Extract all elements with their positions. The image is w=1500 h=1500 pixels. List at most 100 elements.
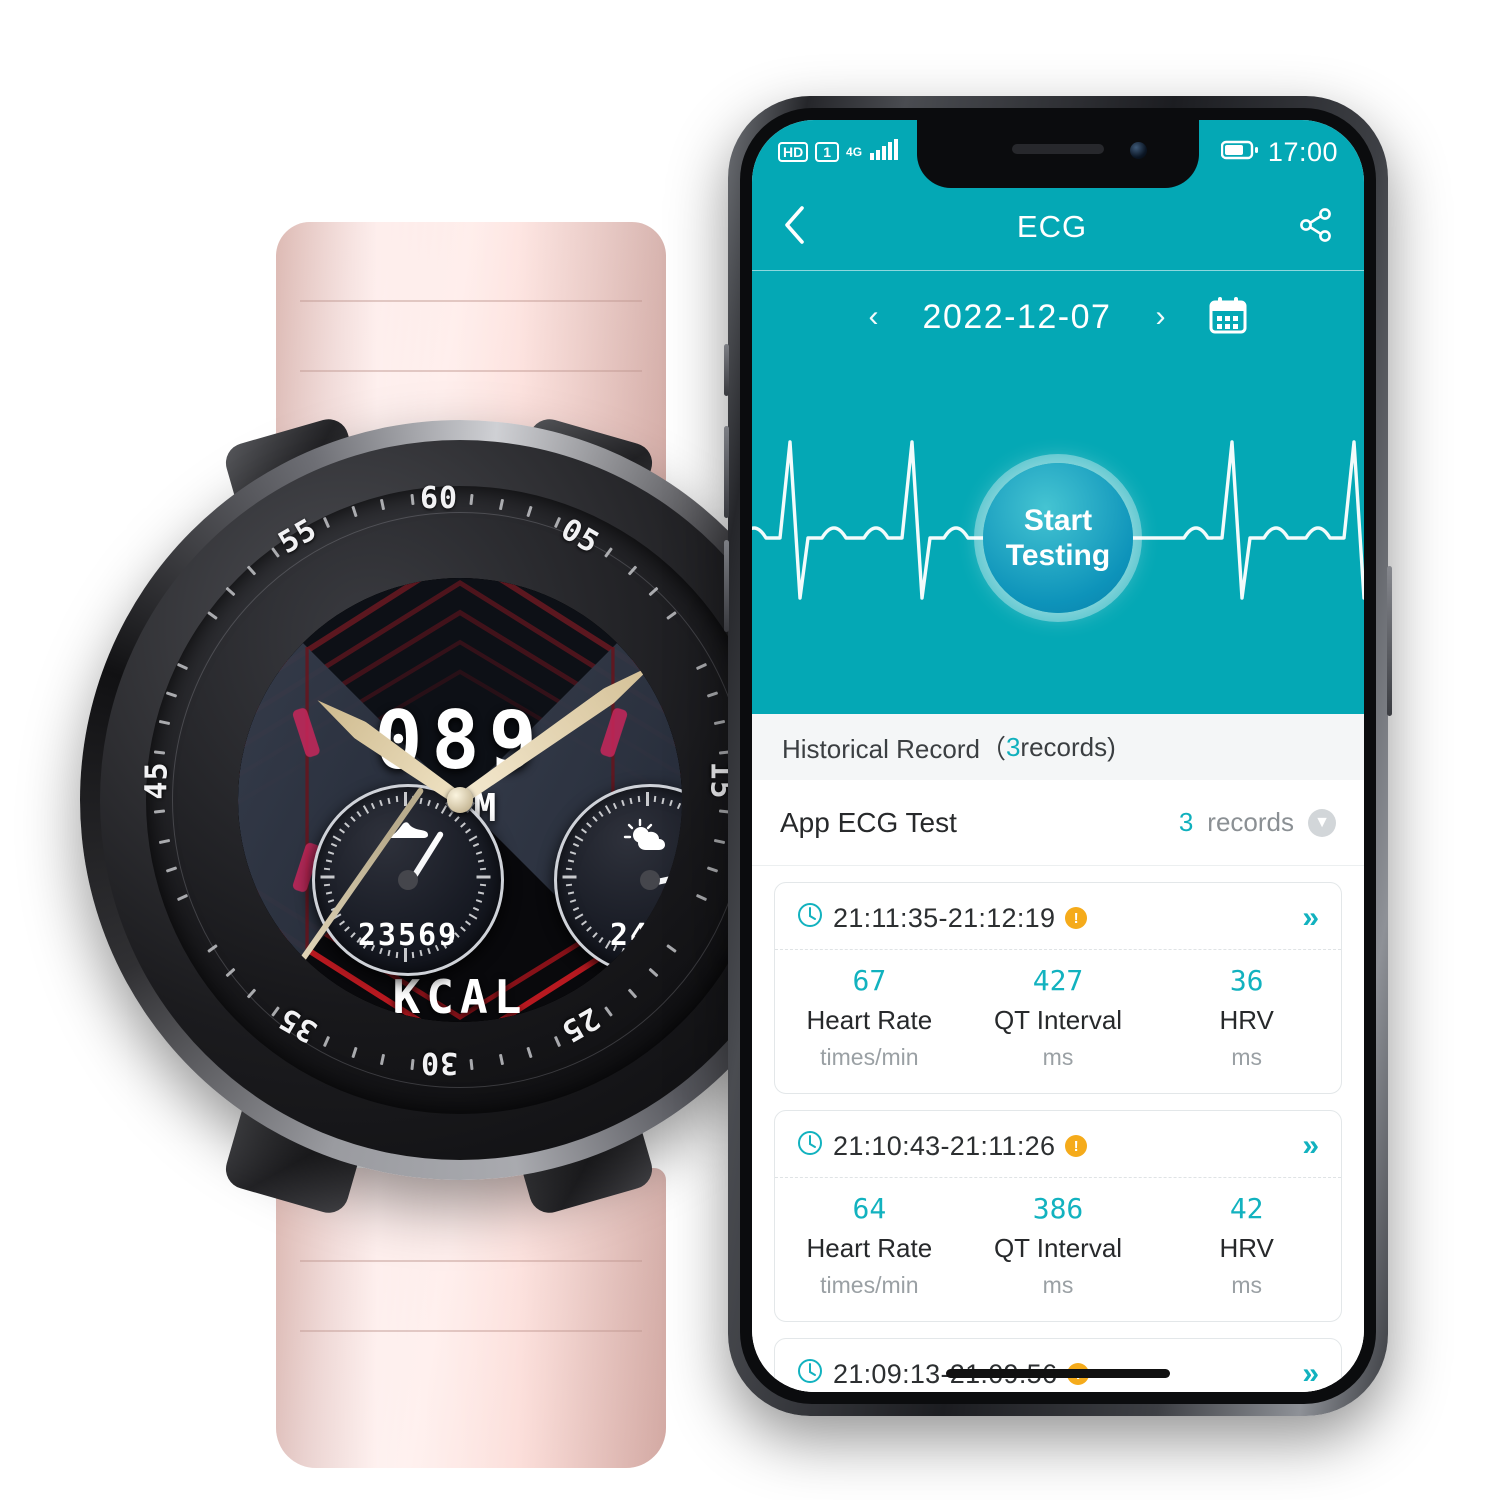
subdial-tick	[562, 875, 576, 879]
subdial-tick	[325, 859, 332, 863]
metric-unit: times/min	[820, 1044, 919, 1070]
metric-value: 427	[1032, 964, 1084, 997]
double-chevron-right-icon[interactable]: »	[1302, 901, 1319, 935]
double-chevron-right-icon[interactable]: »	[1302, 1129, 1319, 1163]
subdial-tick	[327, 899, 334, 903]
date-selector: ‹ 2022-12-07 ›	[752, 270, 1364, 363]
start-label-line1: Start	[1023, 503, 1093, 537]
subdial-tick	[324, 867, 331, 871]
hd-badge: HD	[778, 142, 809, 162]
volume-up-button[interactable]	[724, 426, 729, 518]
shoe-icon	[315, 817, 501, 850]
metric-value: 42	[1229, 1192, 1264, 1225]
ecg-hero-section: Start Testing	[752, 362, 1364, 714]
clock-icon	[797, 902, 823, 935]
subdial-tick	[434, 802, 439, 809]
subdial-tick	[371, 802, 376, 809]
section-header-suffix: records)	[1020, 731, 1116, 762]
bezel-tick	[158, 720, 170, 726]
subdial-pin	[398, 870, 418, 890]
group-row-app-ecg-test[interactable]: App ECG Test 3 records ▼	[752, 780, 1364, 866]
strap-seam	[300, 300, 642, 302]
signal-bars-icon	[869, 138, 899, 166]
back-chevron-icon[interactable]	[782, 205, 806, 250]
record-card[interactable]: 21:10:43-21:11:26! » 64 Heart Rate times/min…	[774, 1110, 1342, 1322]
subdial-tick	[324, 883, 331, 887]
bezel-tick	[270, 546, 280, 558]
subdial-tick	[479, 883, 486, 887]
subdial-tick	[676, 802, 681, 809]
chevron-left-icon[interactable]: ‹	[869, 300, 879, 334]
home-indicator[interactable]	[946, 1369, 1170, 1378]
metric-value: 67	[852, 964, 887, 997]
metric-value: 386	[1032, 1192, 1084, 1225]
subdial-tick	[669, 799, 673, 806]
subdial-tick	[320, 875, 334, 879]
bezel-tick	[526, 506, 533, 518]
hands-center-pin	[447, 787, 473, 813]
double-chevron-right-icon[interactable]: »	[1302, 1357, 1319, 1391]
subdial-pin	[640, 870, 660, 890]
metric-unit: ms	[1042, 1044, 1074, 1070]
watch-screen[interactable]: 089 BPM KCAL 2356	[238, 578, 682, 1022]
watch-bezel: 60 05 15 25 30 35 45 55 089 KCAL 23569 2…	[140, 481, 774, 1114]
history-list[interactable]: Historical Record（ 3 records) App ECG Te…	[752, 714, 1364, 1392]
calories-label: KCAL	[392, 970, 528, 1022]
metric-unit: ms	[1042, 1272, 1074, 1298]
start-testing-button[interactable]: Start Testing	[983, 463, 1133, 613]
phone-notch	[917, 120, 1199, 188]
calories-value: 2356	[238, 1018, 682, 1022]
earpiece-speaker	[1012, 144, 1104, 154]
warning-icon: !	[1065, 907, 1088, 929]
steps-value: 23569	[357, 918, 459, 953]
subdial-tick	[478, 891, 485, 895]
chevron-down-icon[interactable]: ▼	[1308, 808, 1336, 837]
watch-case: 60 05 15 25 30 35 45 55 089 KCAL 23569 2…	[80, 420, 840, 1180]
bezel-tick	[166, 866, 178, 873]
warning-icon: !	[1065, 1135, 1088, 1157]
record-time: 21:10:43-21:11:26	[833, 1130, 1056, 1161]
metric-name: QT Interval	[993, 1233, 1123, 1263]
subdial-tick	[621, 799, 625, 806]
subdial-tick	[356, 810, 362, 817]
metric-value: 64	[852, 1192, 887, 1225]
subdial-tick	[379, 799, 383, 806]
bezel-tick	[206, 610, 218, 620]
subdial-tick	[572, 906, 579, 911]
subdial-tick	[476, 875, 490, 879]
bezel-tick	[176, 662, 189, 671]
bezel-tick	[166, 691, 178, 698]
metric-cell: 36 HRV ms	[1152, 964, 1341, 1071]
phone-screen[interactable]: HD 1 4G 17:00 ECG ‹ 2022-12-07 › Start T…	[752, 120, 1364, 1392]
subdial-tick	[569, 899, 576, 903]
bezel-tick	[176, 893, 189, 902]
chevron-right-icon[interactable]: ›	[1155, 300, 1165, 334]
watch-dial-face: 089 BPM KCAL 2356	[238, 578, 682, 1022]
phone-body: HD 1 4G 17:00 ECG ‹ 2022-12-07 › Start T…	[740, 108, 1376, 1404]
record-card-list: 21:11:35-21:12:19! » 67 Heart Rate times/min…	[752, 882, 1364, 1392]
calendar-icon[interactable]	[1209, 296, 1247, 339]
record-card[interactable]: 21:09:13-21:09:56!»68Heart Ratetimes/min…	[774, 1338, 1342, 1392]
selected-date[interactable]: 2022-12-07	[923, 298, 1112, 337]
network-label: 4G	[846, 145, 863, 159]
record-card-header: 21:09:13-21:09:56!»	[775, 1339, 1341, 1392]
mute-switch[interactable]	[724, 344, 729, 396]
power-button[interactable]	[1387, 566, 1392, 716]
bezel-tick	[380, 498, 386, 510]
bezel-tick	[351, 506, 358, 518]
subdial-tick	[604, 805, 612, 814]
subdial-tick	[613, 802, 618, 809]
subdial-tick	[362, 805, 370, 814]
subdial-tick	[440, 805, 448, 814]
weather-value: 24°C	[609, 918, 682, 953]
share-icon[interactable]	[1298, 207, 1334, 248]
subdial-tick	[419, 797, 423, 804]
page-title: ECG	[1016, 209, 1088, 244]
subdial-tick	[567, 891, 574, 895]
subdial-tick	[566, 883, 573, 887]
subdial-tick	[629, 797, 633, 804]
strap-seam	[300, 370, 642, 372]
record-card[interactable]: 21:11:35-21:12:19! » 67 Heart Rate times/min…	[774, 882, 1342, 1094]
volume-down-button[interactable]	[724, 540, 729, 632]
status-bar-clock: 17:00	[1267, 136, 1338, 167]
